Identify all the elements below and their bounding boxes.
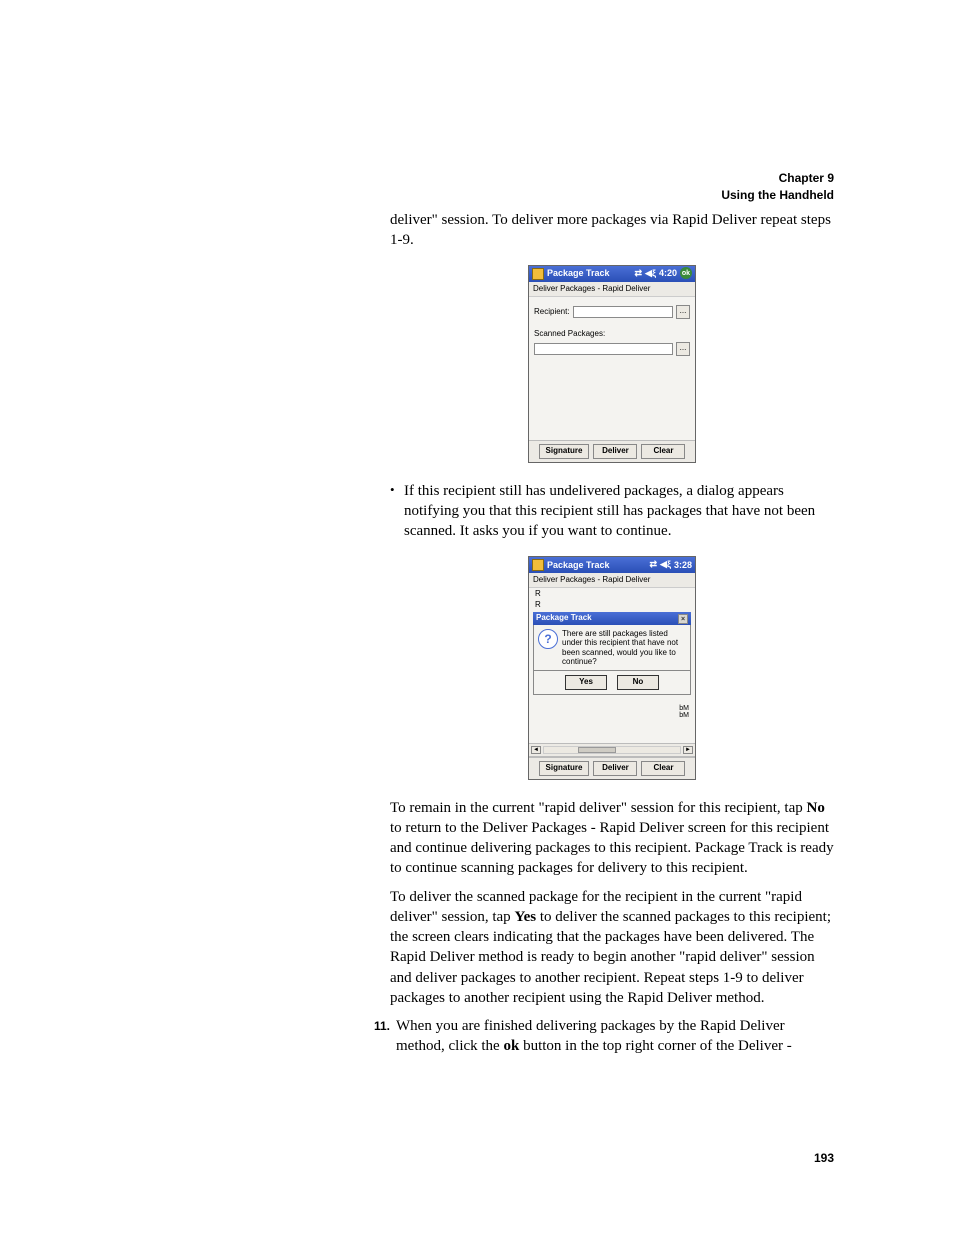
pda2-bottom-bar: Signature Deliver Clear	[529, 757, 695, 779]
pda2-scrollbar[interactable]: ◄ ►	[529, 743, 695, 757]
paragraph-remain: To remain in the current "rapid deliver"…	[390, 798, 834, 879]
pda2-title-right: ⇄ ◀ξ 3:28	[650, 559, 693, 571]
side-marks: bM bM	[679, 705, 689, 720]
scroll-right-button[interactable]: ►	[683, 746, 693, 754]
recipient-row: Recipient: ...	[534, 305, 690, 319]
scanned-row: ...	[534, 342, 690, 356]
app-icon	[532, 559, 544, 571]
scanned-input[interactable]	[534, 343, 673, 355]
step11-b: button in the top right corner of the De…	[519, 1038, 791, 1054]
pda1-titlebar: Package Track ⇄ ◀ξ 4:20 ok	[529, 266, 695, 282]
pda2-spacer: bM bM	[533, 699, 691, 743]
dialog-body: ? There are still packages listed under …	[533, 625, 691, 671]
volume-icon: ◀ξ	[645, 269, 656, 278]
confirm-dialog: Package Track × ? There are still packag…	[533, 612, 691, 694]
pda2-body: R R Package Track × ? There are still pa…	[529, 588, 695, 742]
page-header: Chapter 9 Using the Handheld	[721, 170, 834, 204]
dialog-title: Package Track	[536, 613, 592, 624]
pda1-subtitle: Deliver Packages - Rapid Deliver	[529, 282, 695, 298]
pda2-time: 3:28	[674, 559, 692, 571]
figure-1: Package Track ⇄ ◀ξ 4:20 ok Deliver Packa…	[390, 265, 834, 463]
app-icon	[532, 268, 544, 280]
deliver-button[interactable]: Deliver	[593, 444, 637, 459]
para2-no: No	[806, 800, 824, 816]
recipient-label: Recipient:	[534, 307, 570, 318]
para2-a: To remain in the current "rapid deliver"…	[390, 800, 806, 816]
pda-window-1: Package Track ⇄ ◀ξ 4:20 ok Deliver Packa…	[528, 265, 696, 463]
pda1-title: Package Track	[547, 267, 635, 279]
pda2-subtitle: Deliver Packages - Rapid Deliver	[529, 573, 695, 589]
pda1-empty-area	[534, 360, 690, 438]
close-icon[interactable]: ×	[678, 614, 688, 624]
scanned-packages-label: Scanned Packages:	[534, 329, 690, 340]
dialog-button-row: Yes No	[533, 671, 691, 695]
signature-button[interactable]: Signature	[539, 761, 590, 776]
step-text: When you are finished delivering package…	[396, 1016, 834, 1057]
dialog-yes-button[interactable]: Yes	[565, 675, 607, 690]
ok-button[interactable]: ok	[680, 267, 692, 279]
page-number: 193	[814, 1151, 834, 1165]
pda1-bottom-bar: Signature Deliver Clear	[529, 440, 695, 462]
bullet-text: If this recipient still has undelivered …	[404, 481, 834, 542]
figure-2: Package Track ⇄ ◀ξ 3:28 Deliver Packages…	[390, 556, 834, 780]
scroll-track[interactable]	[543, 746, 681, 754]
body-content: deliver" session. To deliver more packag…	[390, 210, 834, 1057]
chapter-title: Using the Handheld	[721, 187, 834, 204]
sync-icon: ⇄	[650, 560, 658, 569]
side-mark-1: bM	[679, 705, 689, 713]
pda-window-2: Package Track ⇄ ◀ξ 3:28 Deliver Packages…	[528, 556, 696, 780]
question-icon: ?	[538, 629, 558, 649]
clear-button[interactable]: Clear	[641, 761, 685, 776]
deliver-button[interactable]: Deliver	[593, 761, 637, 776]
side-mark-2: bM	[679, 712, 689, 720]
clear-button[interactable]: Clear	[641, 444, 685, 459]
bullet-mark: •	[390, 481, 404, 499]
scroll-thumb[interactable]	[578, 747, 616, 753]
para3-yes: Yes	[514, 909, 536, 925]
pda1-time: 4:20	[659, 267, 677, 279]
step-number: 11.	[360, 1016, 396, 1034]
step11-ok: ok	[503, 1038, 519, 1054]
bg-label-r1: R	[533, 588, 691, 599]
scroll-left-button[interactable]: ◄	[531, 746, 541, 754]
pda1-title-right: ⇄ ◀ξ 4:20 ok	[635, 267, 693, 279]
chapter-label: Chapter 9	[721, 170, 834, 187]
pda2-title: Package Track	[547, 559, 650, 571]
scanned-ellipsis-button[interactable]: ...	[676, 342, 690, 356]
page: Chapter 9 Using the Handheld deliver" se…	[0, 0, 954, 1235]
dialog-titlebar: Package Track ×	[533, 612, 691, 625]
recipient-ellipsis-button[interactable]: ...	[676, 305, 690, 319]
pda2-titlebar: Package Track ⇄ ◀ξ 3:28	[529, 557, 695, 573]
signature-button[interactable]: Signature	[539, 444, 590, 459]
dialog-no-button[interactable]: No	[617, 675, 659, 690]
paragraph-deliver: To deliver the scanned package for the r…	[390, 887, 834, 1009]
recipient-input[interactable]	[573, 306, 673, 318]
bullet-item: • If this recipient still has undelivere…	[390, 481, 834, 542]
para2-b: to return to the Deliver Packages - Rapi…	[390, 820, 834, 877]
step-11: 11. When you are finished delivering pac…	[360, 1016, 834, 1057]
bg-label-r2: R	[533, 599, 691, 610]
intro-paragraph: deliver" session. To deliver more packag…	[390, 210, 834, 251]
volume-icon: ◀ξ	[660, 560, 671, 569]
pda1-body: Recipient: ... Scanned Packages: ...	[529, 297, 695, 440]
dialog-message: There are still packages listed under th…	[562, 629, 686, 666]
sync-icon: ⇄	[635, 269, 643, 278]
